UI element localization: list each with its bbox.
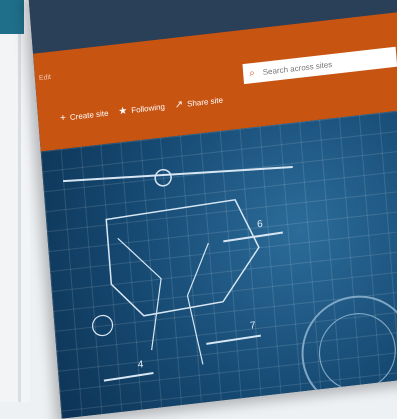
app-label: Edit <box>39 74 52 82</box>
camera-gimbal <box>92 314 113 336</box>
blueprint-drawing: 6 7 4 <box>41 104 397 419</box>
background-window <box>0 0 30 402</box>
share-site-button[interactable]: ↗ Share site <box>174 95 223 111</box>
dimension-line-4 <box>104 373 154 381</box>
action-bar: + Create site ★ Following ↗ Share site <box>60 95 224 125</box>
search-box[interactable]: ⌕ <box>242 47 397 84</box>
dimension-line-6 <box>223 233 283 242</box>
drone-leg-left <box>118 234 167 353</box>
sharepoint-screen: 🔔 ⚙ ? Edit ⌕ + Create site ★ Following ↗… <box>28 0 397 419</box>
gauge-inner <box>317 310 397 394</box>
following-button[interactable]: ★ Following <box>118 101 165 117</box>
drone-body <box>106 197 263 319</box>
star-icon: ★ <box>118 105 128 117</box>
background-window-edge <box>18 34 21 402</box>
share-site-label: Share site <box>187 96 224 109</box>
search-input[interactable] <box>260 53 384 78</box>
label-4: 4 <box>137 359 144 371</box>
hero-image: 6 7 4 <box>41 104 397 419</box>
following-label: Following <box>131 102 165 115</box>
background-window-header <box>0 0 24 34</box>
search-icon: ⌕ <box>249 67 255 79</box>
share-icon: ↗ <box>174 99 183 111</box>
dimension-line-7 <box>206 336 261 344</box>
rotor-hub <box>155 169 172 187</box>
rotor-blade <box>63 155 293 193</box>
gauge-outer <box>298 291 397 413</box>
suite-icons: 🔔 ⚙ ? <box>318 0 397 3</box>
label-7: 7 <box>250 320 257 332</box>
plus-icon: + <box>60 112 67 124</box>
create-site-label: Create site <box>70 109 109 122</box>
create-site-button[interactable]: + Create site <box>60 108 109 124</box>
label-6: 6 <box>257 219 264 231</box>
